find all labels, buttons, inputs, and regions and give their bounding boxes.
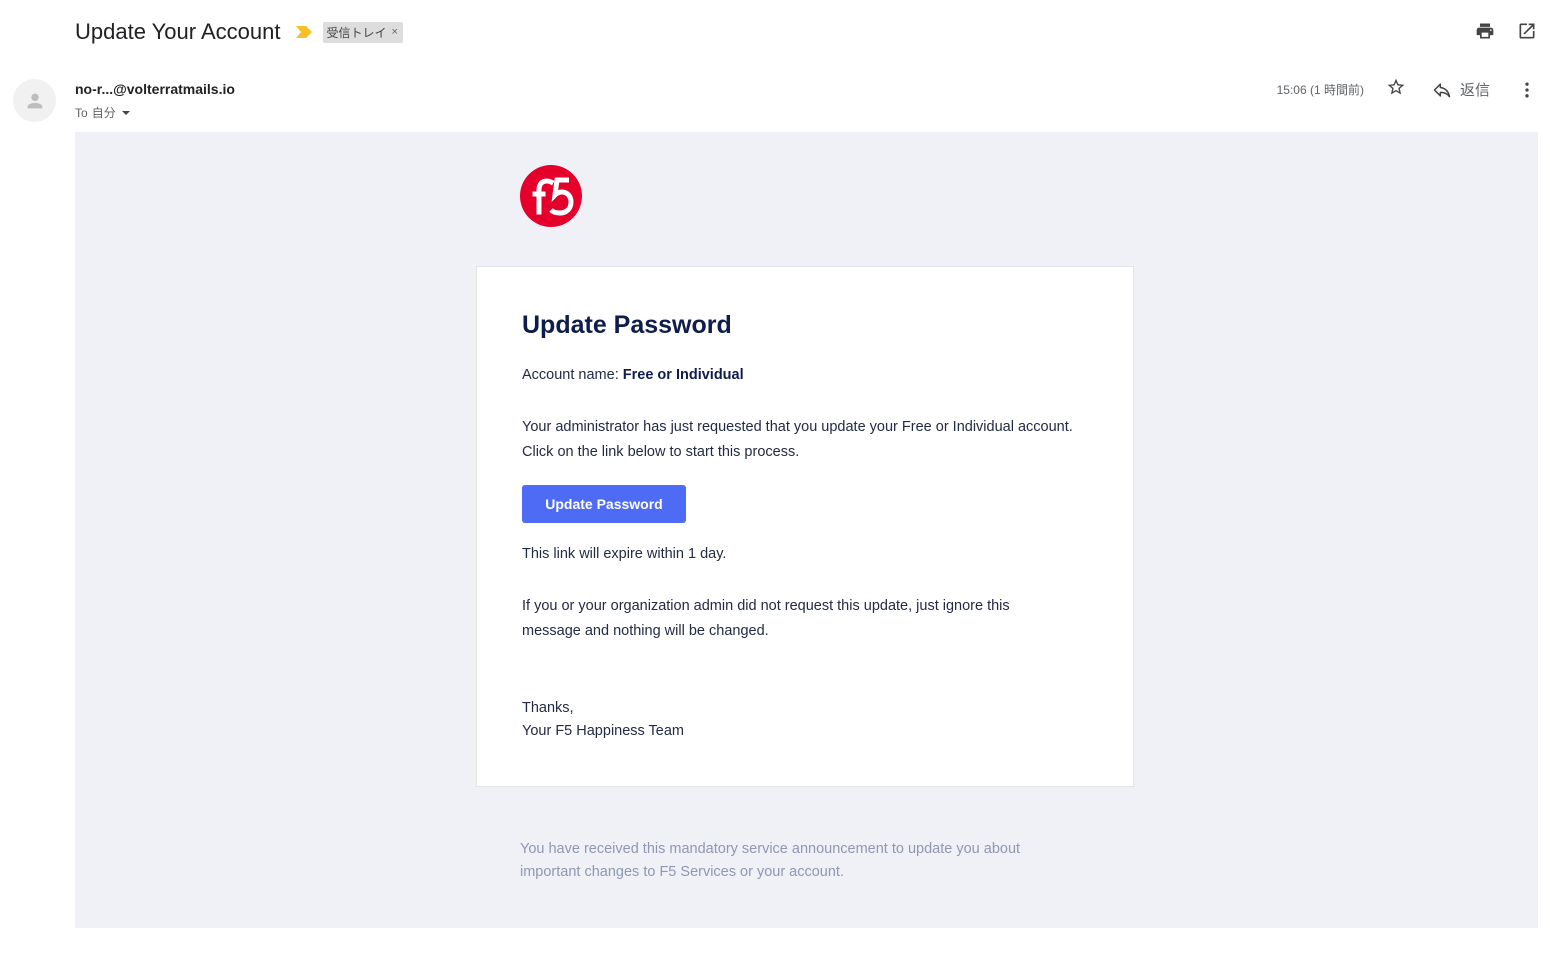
- ignore-note: If you or your organization admin did no…: [522, 598, 1010, 639]
- importance-marker-icon[interactable]: [295, 25, 313, 39]
- remove-label-button[interactable]: ×: [392, 26, 398, 38]
- star-icon[interactable]: [1386, 77, 1406, 102]
- open-in-new-window-icon[interactable]: [1516, 20, 1538, 42]
- message-time: 15:06 (1 時間前): [1276, 83, 1364, 97]
- chevron-down-icon[interactable]: [120, 107, 132, 119]
- reply-button[interactable]: 返信: [1432, 79, 1490, 100]
- account-label: Account name:: [522, 367, 619, 383]
- signoff: Thanks,: [522, 700, 574, 716]
- email-card: Update Password Account name: Free or In…: [476, 266, 1134, 787]
- inbox-label-chip: 受信トレイ ×: [322, 21, 403, 43]
- f5-logo: [519, 164, 583, 228]
- to-recipient: 自分: [91, 106, 116, 120]
- reply-icon: [1433, 82, 1451, 97]
- footer-disclaimer: You have received this mandatory service…: [520, 841, 1021, 880]
- team-signature: Your F5 Happiness Team: [522, 723, 685, 739]
- more-vert-icon[interactable]: [1516, 79, 1538, 101]
- request-paragraph: Your administrator has just requested th…: [522, 419, 1073, 460]
- sender-address[interactable]: no-r...@volterratmails.io: [75, 81, 235, 97]
- inbox-label-text: 受信トレイ: [326, 25, 387, 40]
- avatar[interactable]: [13, 79, 56, 122]
- account-name-line: Account name: Free or Individual: [522, 367, 744, 383]
- account-value: Free or Individual: [622, 367, 744, 383]
- email-subject: Update Your Account: [75, 19, 281, 44]
- expiry-note: This link will expire within 1 day.: [522, 546, 727, 562]
- print-icon[interactable]: [1474, 20, 1496, 42]
- subject-row: Update Your Account 受信トレイ ×: [75, 14, 403, 50]
- person-icon: [27, 93, 42, 108]
- update-password-button[interactable]: Update Password: [522, 485, 686, 523]
- recipient-line[interactable]: To 自分: [75, 104, 132, 121]
- email-body: Update Password Account name: Free or In…: [75, 132, 1538, 928]
- message-meta: 15:06 (1 時間前) 返信: [1277, 77, 1538, 102]
- card-title: Update Password: [522, 311, 732, 339]
- to-prefix: To: [75, 105, 88, 120]
- top-actions: [1474, 20, 1538, 42]
- reply-label: 返信: [1459, 82, 1490, 99]
